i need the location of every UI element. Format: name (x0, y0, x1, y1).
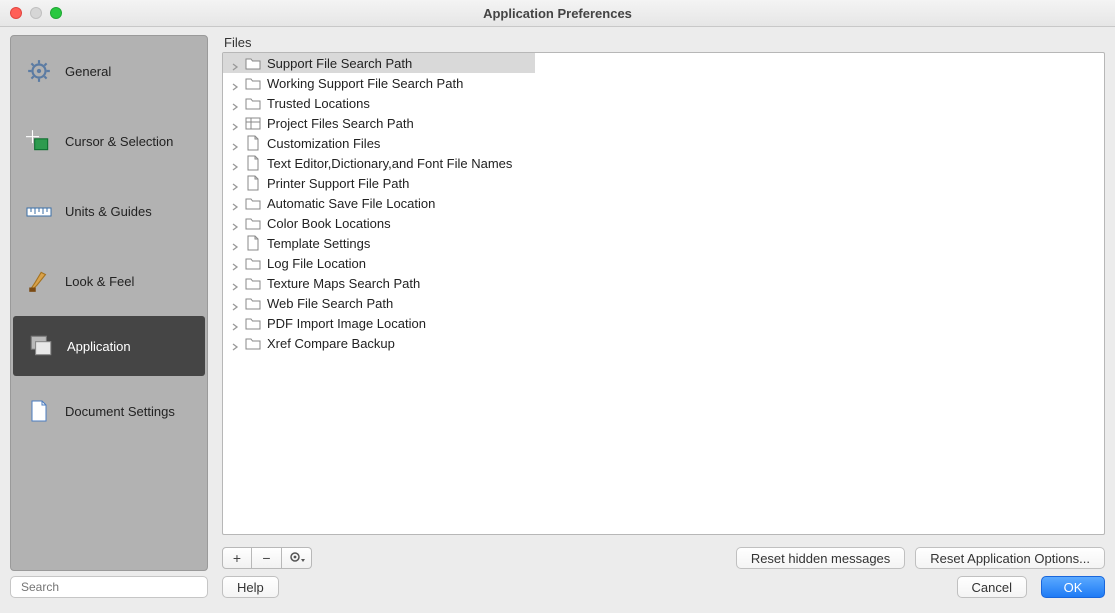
tree-row-label: Customization Files (267, 136, 380, 151)
chevron-right-icon (231, 79, 239, 87)
ruler-icon (25, 197, 53, 225)
category-sidebar: General Cursor & Selection Units & Guide… (10, 35, 208, 571)
chevron-right-icon (231, 99, 239, 107)
chevron-right-icon (231, 319, 239, 327)
file-icon (245, 175, 261, 191)
sidebar-item-label: Application (67, 339, 131, 354)
tree-row[interactable]: Customization Files (223, 133, 1104, 153)
tree-row-label: PDF Import Image Location (267, 316, 426, 331)
main-panel: Files Support File Search Path Working Su… (222, 35, 1105, 571)
sidebar-item-label: Cursor & Selection (65, 134, 173, 149)
options-button[interactable] (282, 547, 312, 569)
chevron-right-icon (231, 119, 239, 127)
tree-row-label: Xref Compare Backup (267, 336, 395, 351)
tree-row[interactable]: Color Book Locations (223, 213, 1104, 233)
tree-row[interactable]: Project Files Search Path (223, 113, 1104, 133)
tree-row-label: Working Support File Search Path (267, 76, 463, 91)
reset-application-options-button[interactable]: Reset Application Options... (915, 547, 1105, 569)
chevron-right-icon (231, 199, 239, 207)
tree-row-label: Support File Search Path (267, 56, 412, 71)
sidebar-item-cursor-selection[interactable]: Cursor & Selection (11, 106, 207, 176)
tree-row[interactable]: PDF Import Image Location (223, 313, 1104, 333)
titlebar: Application Preferences (0, 0, 1115, 27)
project-icon (245, 115, 261, 131)
gear-dropdown-icon (288, 550, 306, 567)
folder-icon (245, 95, 261, 111)
sidebar-item-units-guides[interactable]: Units & Guides (11, 176, 207, 246)
chevron-right-icon (231, 159, 239, 167)
gear-icon (25, 57, 53, 85)
sidebar-item-document-settings[interactable]: Document Settings (11, 376, 207, 446)
remove-button[interactable]: − (252, 547, 282, 569)
tree-row[interactable]: Web File Search Path (223, 293, 1104, 313)
brush-icon (25, 267, 53, 295)
sidebar-item-label: Look & Feel (65, 274, 134, 289)
chevron-right-icon (231, 59, 239, 67)
ok-button[interactable]: OK (1041, 576, 1105, 598)
folder-icon (245, 195, 261, 211)
tree-row-label: Texture Maps Search Path (267, 276, 420, 291)
tree-row[interactable]: Support File Search Path (223, 53, 535, 73)
sidebar-item-label: Document Settings (65, 404, 175, 419)
folder-icon (245, 315, 261, 331)
chevron-right-icon (231, 279, 239, 287)
cancel-button[interactable]: Cancel (957, 576, 1027, 598)
sidebar-item-label: Units & Guides (65, 204, 152, 219)
folder-icon (245, 215, 261, 231)
windows-icon (27, 332, 55, 360)
tree-row[interactable]: Trusted Locations (223, 93, 1104, 113)
tree-row[interactable]: Text Editor,Dictionary,and Font File Nam… (223, 153, 1104, 173)
folder-icon (245, 55, 261, 71)
tree-row-label: Printer Support File Path (267, 176, 409, 191)
tree-row[interactable]: Log File Location (223, 253, 1104, 273)
file-icon (245, 135, 261, 151)
footer: Help Cancel OK (0, 571, 1115, 605)
tree-row[interactable]: Texture Maps Search Path (223, 273, 1104, 293)
tree-toolbar: + − (222, 547, 312, 569)
tree-row-label: Color Book Locations (267, 216, 391, 231)
files-tree[interactable]: Support File Search Path Working Support … (222, 52, 1105, 535)
search-input[interactable] (10, 576, 208, 598)
folder-icon (245, 335, 261, 351)
tree-row[interactable]: Xref Compare Backup (223, 333, 1104, 353)
tree-row[interactable]: Working Support File Search Path (223, 73, 1104, 93)
sidebar-item-look-feel[interactable]: Look & Feel (11, 246, 207, 316)
document-icon (25, 397, 53, 425)
help-button[interactable]: Help (222, 576, 279, 598)
folder-icon (245, 75, 261, 91)
tree-row[interactable]: Template Settings (223, 233, 1104, 253)
window-title: Application Preferences (0, 6, 1115, 21)
folder-icon (245, 295, 261, 311)
chevron-right-icon (231, 259, 239, 267)
tree-row[interactable]: Automatic Save File Location (223, 193, 1104, 213)
chevron-right-icon (231, 339, 239, 347)
chevron-right-icon (231, 239, 239, 247)
sidebar-item-application[interactable]: Application (13, 316, 205, 376)
tree-row-label: Web File Search Path (267, 296, 393, 311)
sidebar-item-general[interactable]: General (11, 36, 207, 106)
chevron-right-icon (231, 179, 239, 187)
add-button[interactable]: + (222, 547, 252, 569)
section-label: Files (222, 35, 1105, 50)
tree-row-label: Text Editor,Dictionary,and Font File Nam… (267, 156, 512, 171)
folder-icon (245, 275, 261, 291)
tree-row-label: Project Files Search Path (267, 116, 414, 131)
sidebar-item-label: General (65, 64, 111, 79)
tree-row-label: Trusted Locations (267, 96, 370, 111)
tree-row-label: Automatic Save File Location (267, 196, 435, 211)
tree-row[interactable]: Printer Support File Path (223, 173, 1104, 193)
tree-row-label: Template Settings (267, 236, 370, 251)
reset-hidden-messages-button[interactable]: Reset hidden messages (736, 547, 905, 569)
chevron-right-icon (231, 219, 239, 227)
file-icon (245, 235, 261, 251)
folder-icon (245, 255, 261, 271)
tree-row-label: Log File Location (267, 256, 366, 271)
chevron-right-icon (231, 139, 239, 147)
file-icon (245, 155, 261, 171)
cursor-icon (25, 127, 53, 155)
chevron-right-icon (231, 299, 239, 307)
